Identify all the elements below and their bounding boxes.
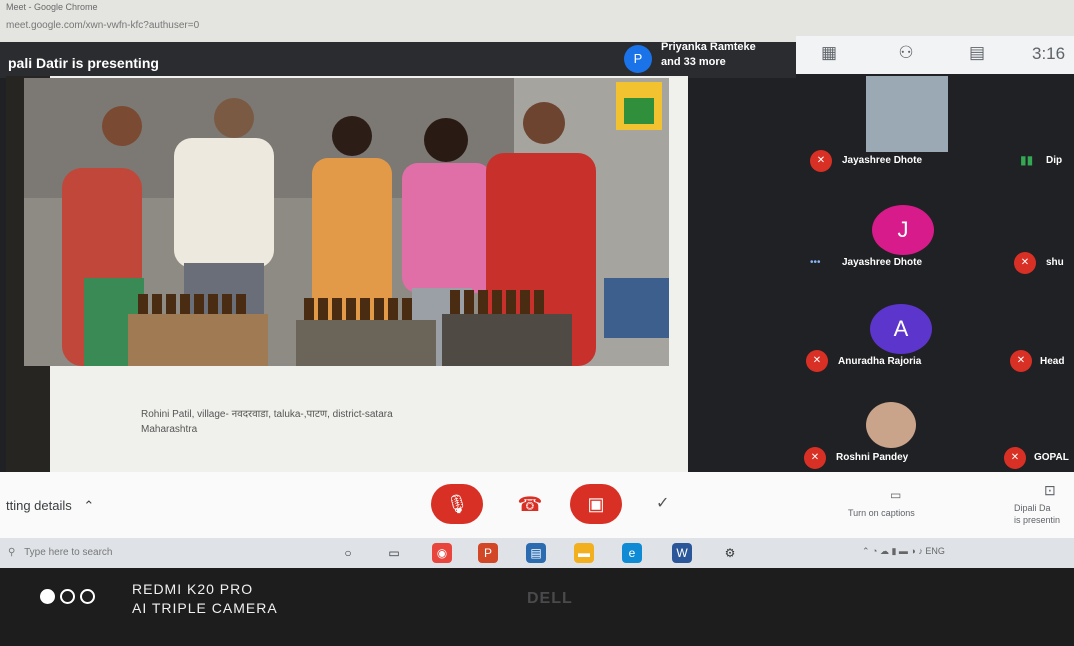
powerpoint-icon[interactable]: P [478,543,498,563]
system-tray[interactable]: ⌃ ◔ ☁ ▮ ▬ ◑ ♪ ENG [862,546,945,557]
word-icon[interactable]: W [672,543,692,563]
participants-summary[interactable]: Priyanka Ramteke and 33 more [661,40,756,70]
presenting-status[interactable]: Dipali Da is presentin [1014,502,1060,526]
participant-name: Head [1040,356,1065,367]
participant-count: and 33 more [661,56,726,68]
participant-video [866,76,948,152]
participant-name: GOPAL [1034,452,1069,463]
caption-line: Maharashtra [141,424,198,435]
clock: 3:16 [1032,44,1066,63]
chrome-icon[interactable]: ◉ [432,543,452,563]
speaking-indicator-icon: ▮▮ [1020,153,1034,167]
mic-off-icon: ✕ [806,350,828,372]
tray-icons: ⌃ ◔ ☁ ▮ ▬ ◑ ♪ [862,546,926,556]
widgets-icon[interactable]: ▭ [384,543,404,563]
participant-name: Roshni Pandey [836,452,909,463]
participant-avatar: P [624,45,652,73]
window-title: Meet - Google Chrome [6,2,98,12]
avatar: J [872,205,934,255]
participant-name: shu [1046,257,1064,268]
search-icon: ⚲ [8,547,16,558]
mic-toggle-button[interactable]: 🎙 [431,484,483,524]
captions-button-label[interactable]: Turn on captions [848,508,915,518]
mic-off-icon: ✕ [1004,447,1026,469]
speaking-dots-icon: ••• [810,257,821,268]
meeting-details-label: tting details [6,498,72,513]
caption-line: Rohini Patil, village- नवदरवाडा, taluka-… [141,409,393,420]
camera-off-icon: ▣ [587,494,605,514]
captions-icon[interactable]: ▭ [890,488,901,502]
slide-caption: Rohini Patil, village- नवदरवाडा, taluka-… [141,407,393,437]
meeting-details-button[interactable]: tting details ⌃ [6,498,94,514]
mic-off-icon: ✕ [1014,252,1036,274]
address-bar[interactable]: meet.google.com/xwn-vwfn-kfc?authuser=0 [6,20,199,31]
avatar: A [870,304,932,354]
search-placeholder: Type here to search [24,547,113,558]
monitor-logo: DELL [527,590,573,607]
settings-icon[interactable]: ⚙ [720,543,740,563]
leave-call-button[interactable]: ☎ [512,492,548,518]
check-icon[interactable]: ✓ [656,493,669,513]
presenting-status-line: is presentin [1014,515,1061,525]
chevron-up-icon: ⌃ [83,498,95,513]
camera-watermark-tagline: AI TRIPLE CAMERA [132,600,278,616]
language-indicator: ENG [925,546,945,556]
group-photo-illustration [24,78,669,366]
participant-name: Dip [1046,155,1063,166]
edge-icon[interactable]: e [622,543,642,563]
presenting-label: pali Datir is presenting [8,55,159,71]
grid-icon[interactable]: ▦ [816,42,842,64]
participant-name: Jayashree Dhote [842,155,923,166]
file-explorer-icon[interactable]: ▬ [574,543,594,563]
camera-watermark-model: REDMI K20 PRO [132,581,254,597]
present-screen-icon[interactable]: ⊡ [1044,482,1056,499]
presenting-status-line: Dipali Da [1014,503,1051,513]
mic-off-icon: ✕ [1010,350,1032,372]
camera-toggle-button[interactable]: ▣ [570,484,622,524]
taskbar-search[interactable]: ⚲ Type here to search [8,542,308,564]
participant-name: Anuradha Rajoria [838,356,922,367]
slide-photo [24,78,669,366]
task-view-icon[interactable]: ○ [338,543,358,563]
mic-off-icon: ✕ [804,447,826,469]
mic-off-icon: ✕ [810,150,832,172]
store-icon[interactable]: ▤ [526,543,546,563]
avatar [866,402,916,448]
people-icon[interactable]: ⚇ [893,42,919,64]
mic-off-icon: 🎙 [445,494,469,514]
participant-name: Priyanka Ramteke [661,41,756,53]
camera-watermark-dots [40,589,100,609]
phone-hangup-icon: ☎ [517,494,543,516]
chat-icon[interactable]: ▤ [964,42,990,64]
participant-name: Jayashree Dhote [842,257,923,268]
